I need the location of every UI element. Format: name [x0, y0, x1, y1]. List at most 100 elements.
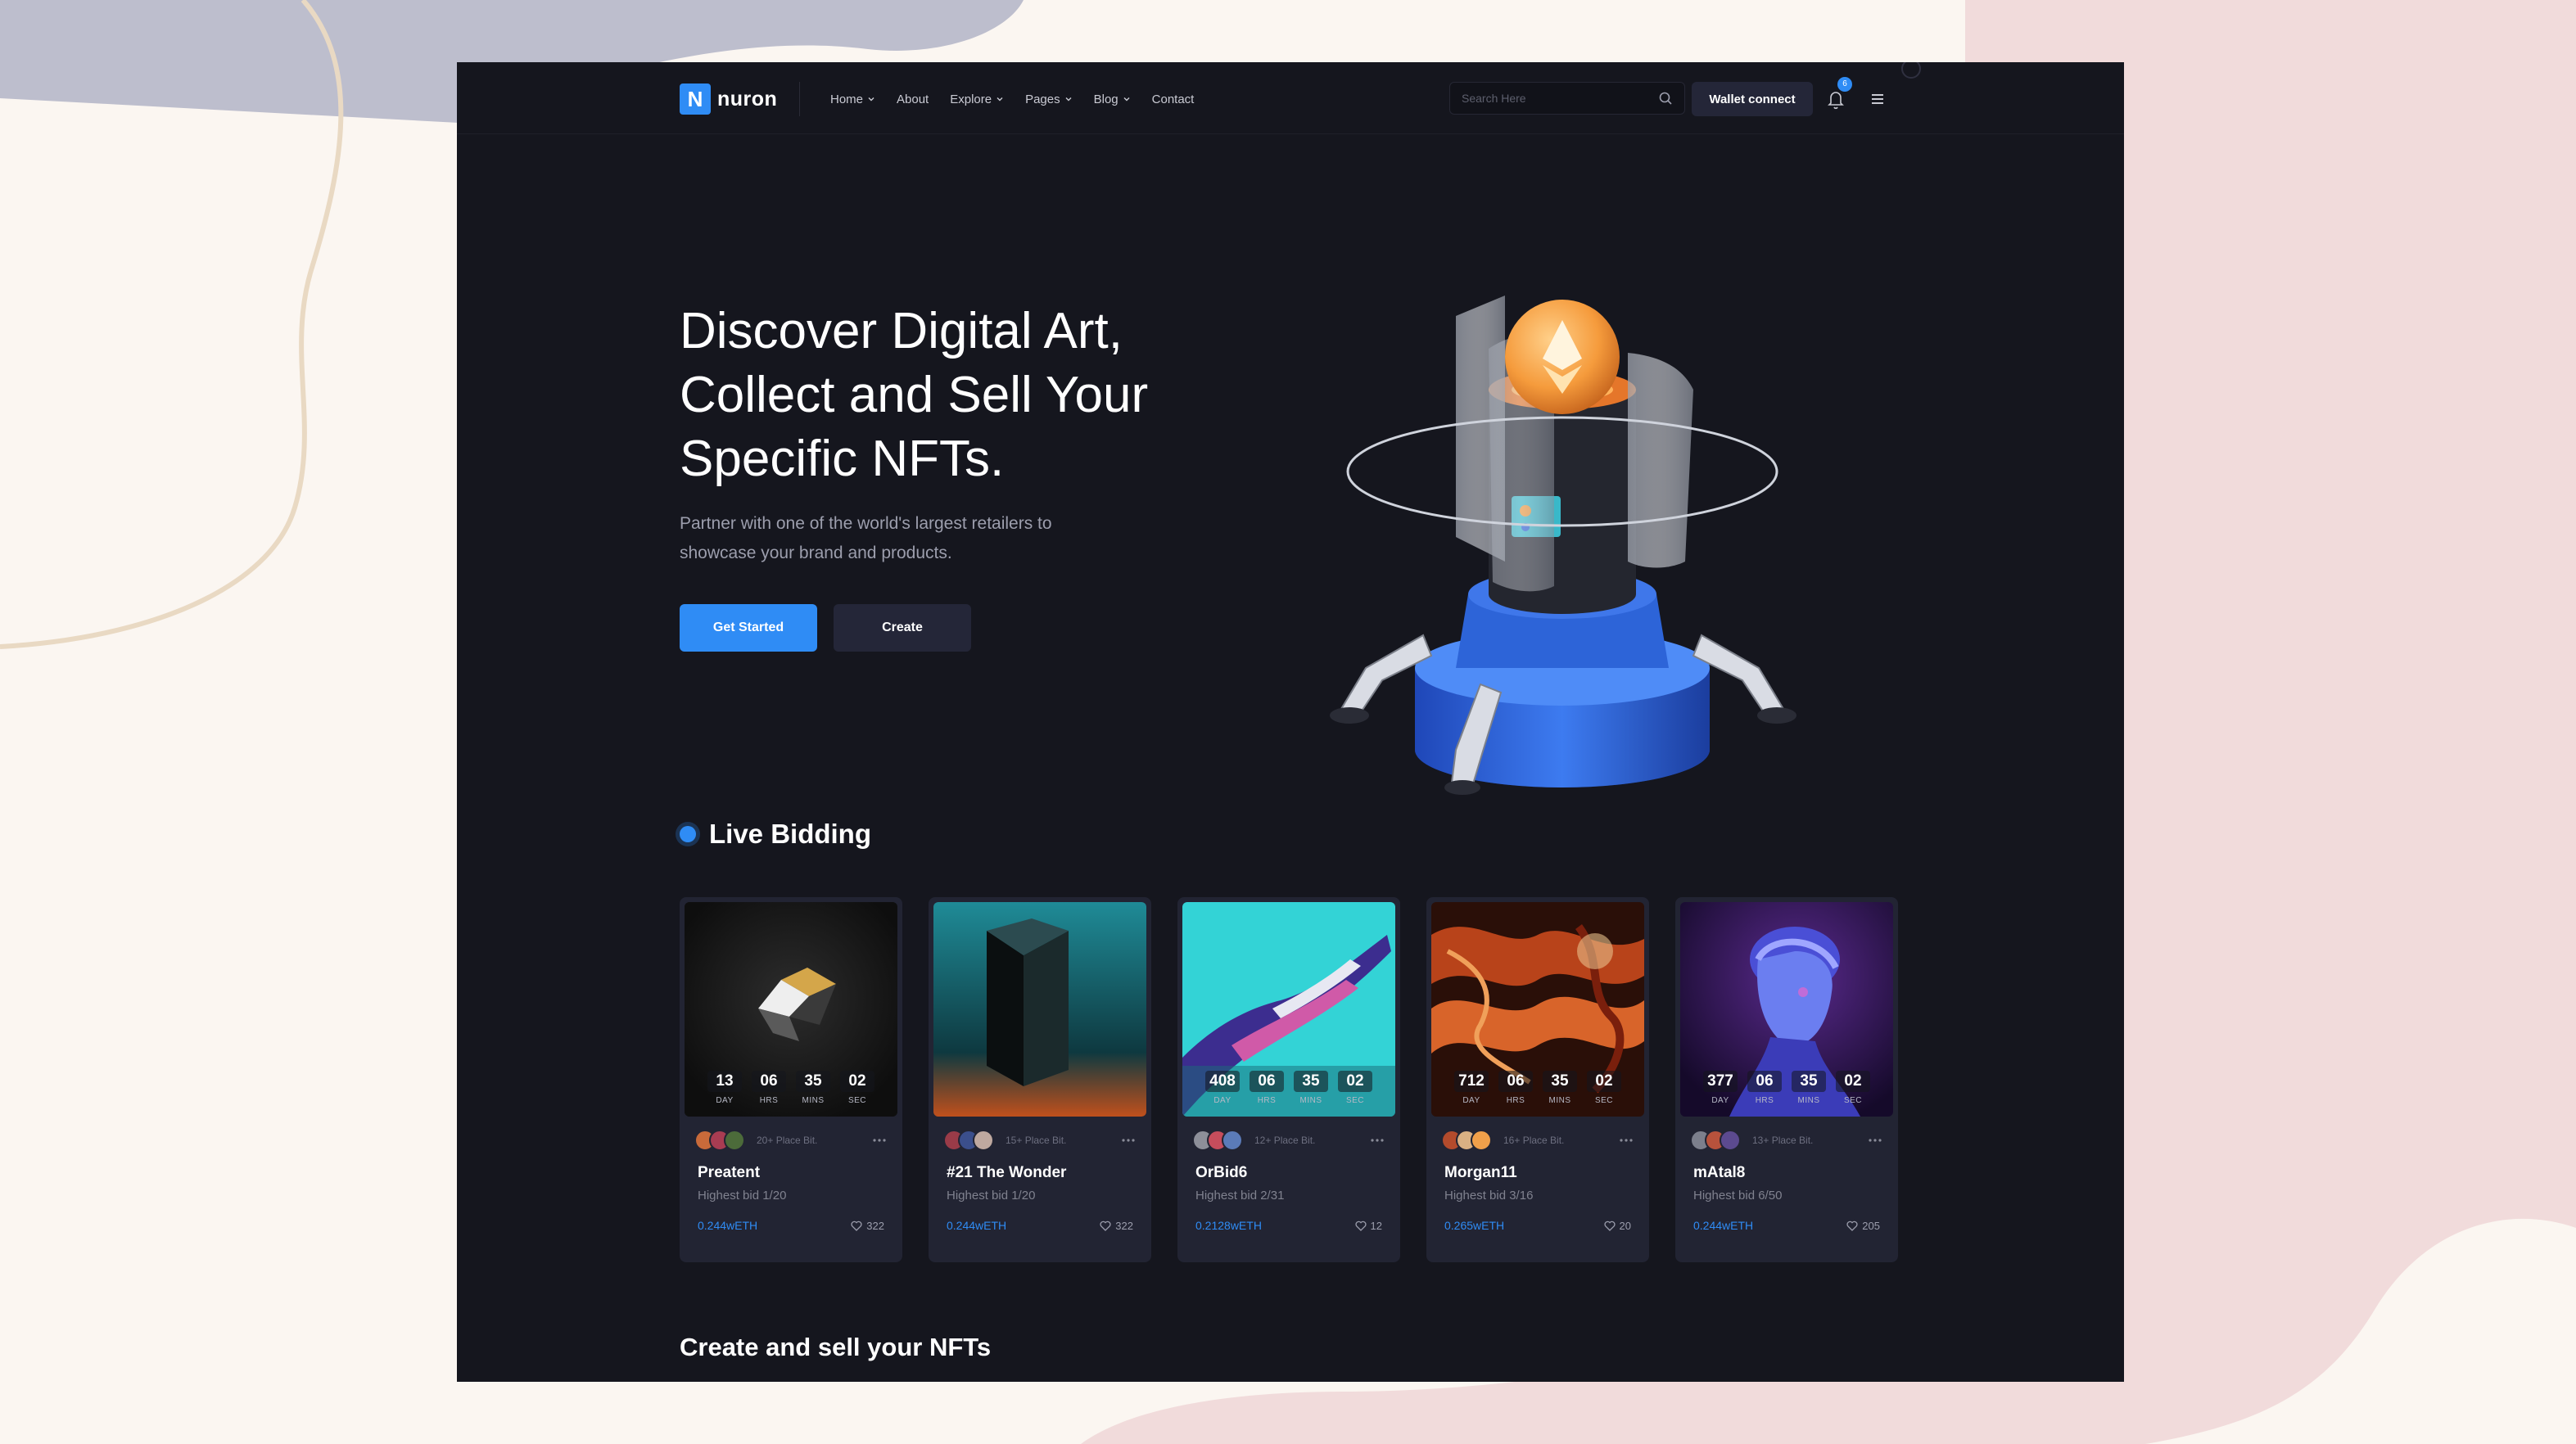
countdown-label: HRS	[759, 1096, 779, 1105]
hero-title-line: Specific NFTs.	[680, 431, 1005, 487]
avatar	[1720, 1130, 1741, 1151]
hero-ethereum-robot-illustration	[1330, 296, 1796, 795]
brand-logo[interactable]: N nuron	[680, 83, 777, 115]
like-button[interactable]: 20	[1604, 1220, 1631, 1232]
countdown-days: 712 DAY	[1454, 1071, 1489, 1105]
nav-item-blog[interactable]: Blog	[1094, 87, 1131, 111]
nft-price: 0.244wETH	[698, 1219, 758, 1232]
countdown-seconds: 02 SEC	[1587, 1071, 1621, 1105]
nft-card[interactable]: 712 DAY 06 HRS 35 MINS 02 SEC 16+ Place Bit.…	[1426, 897, 1649, 1262]
nft-image[interactable]: 408 DAY 06 HRS 35 MINS 02 SEC	[1182, 902, 1395, 1117]
countdown-value: 06	[1498, 1071, 1533, 1092]
nft-name[interactable]: Preatent	[698, 1164, 897, 1182]
nav-item-label: About	[897, 92, 929, 106]
countdown-seconds: 02 SEC	[840, 1071, 874, 1105]
place-bit-count: 16+ Place Bit.	[1503, 1135, 1565, 1146]
countdown-value: 35	[1792, 1071, 1826, 1092]
nft-name[interactable]: Morgan11	[1444, 1164, 1644, 1182]
more-options-icon[interactable]	[1120, 1133, 1137, 1148]
countdown-seconds: 02 SEC	[1836, 1071, 1870, 1105]
countdown-minutes: 35 MINS	[1294, 1071, 1328, 1105]
card-footer: 0.2128wETH 12	[1195, 1217, 1382, 1234]
nft-card[interactable]: 408 DAY 06 HRS 35 MINS 02 SEC 12+ Place Bit.…	[1177, 897, 1400, 1262]
like-button[interactable]: 205	[1846, 1220, 1880, 1232]
countdown-minutes: 35 MINS	[796, 1071, 830, 1105]
nav-item-home[interactable]: Home	[830, 87, 875, 111]
countdown-label: MINS	[1299, 1096, 1322, 1105]
countdown-timer: 408 DAY 06 HRS 35 MINS 02 SEC	[1182, 1071, 1395, 1105]
countdown-label: SEC	[1843, 1096, 1863, 1105]
like-button[interactable]: 322	[851, 1220, 884, 1232]
nft-image[interactable]: 13 DAY 06 HRS 35 MINS 02 SEC	[685, 902, 897, 1117]
bidder-avatars[interactable]	[943, 1130, 994, 1151]
nft-image[interactable]	[933, 902, 1146, 1117]
more-options-icon[interactable]	[871, 1133, 888, 1148]
hero-title: Discover Digital Art, Collect and Sell Y…	[680, 300, 1204, 491]
more-options-icon[interactable]	[1867, 1133, 1883, 1148]
nft-card[interactable]: 15+ Place Bit. #21 The Wonder Highest bi…	[929, 897, 1151, 1262]
notification-badge: 6	[1837, 77, 1852, 92]
nft-name[interactable]: #21 The Wonder	[947, 1164, 1146, 1182]
get-started-button[interactable]: Get Started	[680, 604, 817, 652]
create-button[interactable]: Create	[834, 604, 971, 652]
hero-subtitle: Partner with one of the world's largest …	[680, 509, 1138, 568]
nft-name[interactable]: OrBid6	[1195, 1164, 1395, 1182]
countdown-timer: 13 DAY 06 HRS 35 MINS 02 SEC	[685, 1071, 897, 1105]
search-input[interactable]	[1462, 92, 1658, 105]
bidder-avatars[interactable]	[1441, 1130, 1492, 1151]
like-button[interactable]: 322	[1100, 1220, 1133, 1232]
nft-name[interactable]: mAtal8	[1693, 1164, 1893, 1182]
card-meta-row: 16+ Place Bit.	[1431, 1126, 1644, 1154]
like-count: 205	[1862, 1219, 1880, 1232]
countdown-label: SEC	[1594, 1096, 1614, 1105]
like-button[interactable]: 12	[1355, 1220, 1382, 1232]
live-indicator-icon	[680, 826, 696, 842]
countdown-value: 377	[1703, 1071, 1738, 1092]
countdown-value: 35	[1543, 1071, 1577, 1092]
countdown-hours: 06 HRS	[1498, 1071, 1533, 1105]
nft-image[interactable]: 377 DAY 06 HRS 35 MINS 02 SEC	[1680, 902, 1893, 1117]
countdown-value: 02	[1836, 1071, 1870, 1092]
nav-item-contact[interactable]: Contact	[1152, 87, 1195, 111]
countdown-label: DAY	[1711, 1096, 1729, 1105]
card-meta-row: 20+ Place Bit.	[685, 1126, 897, 1154]
logo-mark: N	[680, 83, 711, 115]
highest-bid: Highest bid 1/20	[947, 1189, 1036, 1203]
nav-item-about[interactable]: About	[897, 87, 929, 111]
nav-item-pages[interactable]: Pages	[1025, 87, 1073, 111]
bidder-avatars[interactable]	[694, 1130, 745, 1151]
nft-price: 0.265wETH	[1444, 1219, 1505, 1232]
countdown-value: 408	[1205, 1071, 1240, 1092]
countdown-label: MINS	[802, 1096, 825, 1105]
logo-text: nuron	[717, 87, 778, 111]
nav-item-label: Home	[830, 92, 864, 106]
countdown-label: MINS	[1797, 1096, 1820, 1105]
more-options-icon[interactable]	[1369, 1133, 1385, 1148]
nft-card[interactable]: 377 DAY 06 HRS 35 MINS 02 SEC 13+ Place Bit.…	[1675, 897, 1898, 1262]
nft-image[interactable]: 712 DAY 06 HRS 35 MINS 02 SEC	[1431, 902, 1644, 1117]
countdown-label: HRS	[1257, 1096, 1277, 1105]
more-options-icon[interactable]	[1618, 1133, 1634, 1148]
nav-item-explore[interactable]: Explore	[950, 87, 1004, 111]
avatar	[724, 1130, 745, 1151]
nft-card[interactable]: 13 DAY 06 HRS 35 MINS 02 SEC 20+ Place Bit. …	[680, 897, 902, 1262]
countdown-timer: 712 DAY 06 HRS 35 MINS 02 SEC	[1431, 1071, 1644, 1105]
wallet-connect-button[interactable]: Wallet connect	[1692, 82, 1813, 116]
card-meta-row: 15+ Place Bit.	[933, 1126, 1146, 1154]
live-bidding-title: Live Bidding	[709, 819, 871, 849]
countdown-label: HRS	[1755, 1096, 1774, 1105]
bidder-avatars[interactable]	[1192, 1130, 1243, 1151]
nav-item-label: Explore	[950, 92, 992, 106]
countdown-hours: 06 HRS	[1250, 1071, 1284, 1105]
countdown-value: 06	[752, 1071, 786, 1092]
bidder-avatars[interactable]	[1690, 1130, 1741, 1151]
menu-icon[interactable]	[1867, 88, 1888, 110]
search-icon[interactable]	[1658, 91, 1673, 106]
countdown-days: 377 DAY	[1703, 1071, 1738, 1105]
countdown-hours: 06 HRS	[752, 1071, 786, 1105]
card-footer: 0.244wETH 322	[698, 1217, 884, 1234]
create-sell-section-title: Create and sell your NFTs	[680, 1333, 992, 1361]
heart-icon	[1100, 1221, 1111, 1231]
countdown-value: 02	[1338, 1071, 1372, 1092]
countdown-label: DAY	[1213, 1096, 1232, 1105]
